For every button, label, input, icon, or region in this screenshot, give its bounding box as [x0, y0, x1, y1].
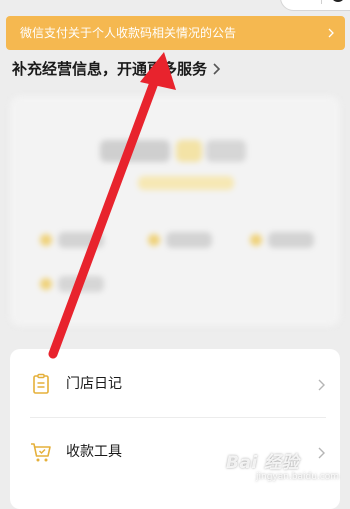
menu-item-label: 收款工具	[66, 444, 122, 460]
menu-divider	[30, 417, 326, 418]
clipboard-icon	[33, 373, 49, 394]
blurred-stat	[58, 232, 104, 248]
blurred-amount	[100, 140, 170, 162]
blurred-accent	[176, 140, 202, 162]
blurred-stat-dot	[250, 234, 262, 246]
blurred-stat-dot	[40, 234, 52, 246]
supplement-info-text: 补充经营信息，开通更多服务	[12, 60, 208, 78]
chevron-right-icon	[328, 28, 334, 38]
close-circle-icon[interactable]	[331, 0, 345, 2]
menu-item-label: 门店日记	[66, 376, 122, 392]
pill-divider	[321, 0, 322, 4]
blurred-stat-dot	[148, 234, 160, 246]
watermark-logo-text: Bai 经验	[226, 453, 300, 473]
chevron-right-icon	[318, 379, 325, 391]
blurred-stat	[58, 276, 104, 292]
blurred-stat-dot	[40, 278, 52, 290]
cart-check-icon	[31, 443, 51, 462]
blurred-stat	[166, 232, 212, 248]
supplement-info-link[interactable]: 补充经营信息，开通更多服务	[12, 58, 223, 80]
chevron-right-icon	[213, 63, 221, 75]
announcement-banner[interactable]: 微信支付关于个人收款码相关情况的公告	[6, 16, 345, 50]
blurred-stat	[268, 232, 314, 248]
top-menu-pill[interactable]	[280, 0, 350, 11]
baidu-watermark: Bai 经验 jingyan.baidu.com	[226, 444, 346, 492]
blurred-amount-right	[206, 140, 246, 162]
menu-item-store-diary[interactable]: 门店日记	[10, 351, 340, 417]
blurred-summary-card	[10, 96, 340, 326]
watermark-url: jingyan.baidu.com	[256, 472, 340, 482]
blurred-subline	[138, 176, 234, 190]
announcement-text: 微信支付关于个人收款码相关情况的公告	[20, 26, 237, 40]
